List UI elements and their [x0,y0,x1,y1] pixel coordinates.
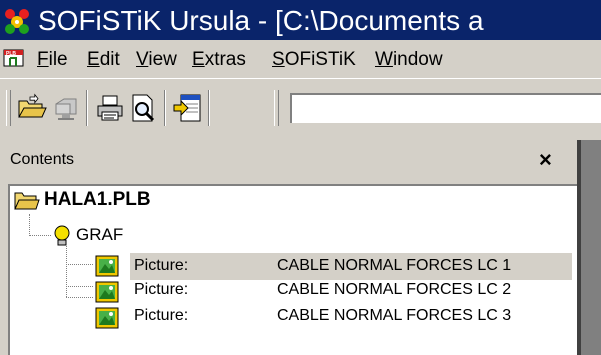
print-icon[interactable] [94,92,126,124]
import-icon[interactable] [172,92,204,124]
tree-item-name[interactable]: CABLE NORMAL FORCES LC 1 [277,256,511,276]
tree-connector [66,246,67,297]
network-drive-icon[interactable] [50,92,82,124]
menu-edit[interactable]: Edit [87,48,120,72]
tree-connector [66,264,93,265]
menu-window[interactable]: Window [375,48,443,72]
toolbar-combo-input[interactable] [290,93,601,123]
menu-extras[interactable]: Extras [192,48,246,72]
tree-item-type[interactable]: Picture: [134,306,188,326]
menu-file[interactable]: File [37,48,68,72]
svg-text:PLB: PLB [6,51,16,57]
menu-sofistik[interactable]: SOFiSTiK [272,48,356,72]
toolbar-grip[interactable] [6,90,11,126]
menu-view[interactable]: View [136,48,177,72]
contents-panel-header [0,146,577,180]
picture-icon [95,255,119,277]
toolbar-separator [208,90,210,126]
tree-item-name[interactable]: CABLE NORMAL FORCES LC 2 [277,280,511,300]
tree-group-label[interactable]: GRAF [76,225,123,245]
tree-item-name[interactable]: CABLE NORMAL FORCES LC 3 [277,306,511,326]
print-preview-icon[interactable] [128,92,160,124]
workspace-area [581,140,601,355]
document-menu-icon[interactable]: PLB [2,46,26,70]
close-icon[interactable]: × [539,148,552,172]
tree-connector [66,286,93,287]
tree-connector [66,297,93,298]
tree-connector [29,235,51,236]
tree-item-type[interactable]: Picture: [134,280,188,300]
window-title: SOFiSTiK Ursula - [C:\Documents a [38,5,484,36]
toolbar-separator [86,90,88,126]
picture-icon [95,281,119,303]
panel-title: Contents [10,151,75,168]
toolbar-grip[interactable] [274,90,279,126]
picture-icon [95,307,119,329]
title-bar[interactable]: SOFiSTiK Ursula - [C:\Documents a [0,0,601,40]
open-folder-icon[interactable] [16,92,48,124]
lightbulb-icon [54,225,70,246]
tree-root-label[interactable]: HALA1.PLB [44,190,151,210]
tree-item-type[interactable]: Picture: [134,256,188,276]
sofistik-app-icon[interactable] [2,6,32,36]
application-window: SOFiSTiK Ursula - [C:\Documents a PLB Fi… [0,0,601,355]
open-folder-icon [14,192,40,210]
toolbar-separator [164,90,166,126]
tree-connector [29,214,30,236]
